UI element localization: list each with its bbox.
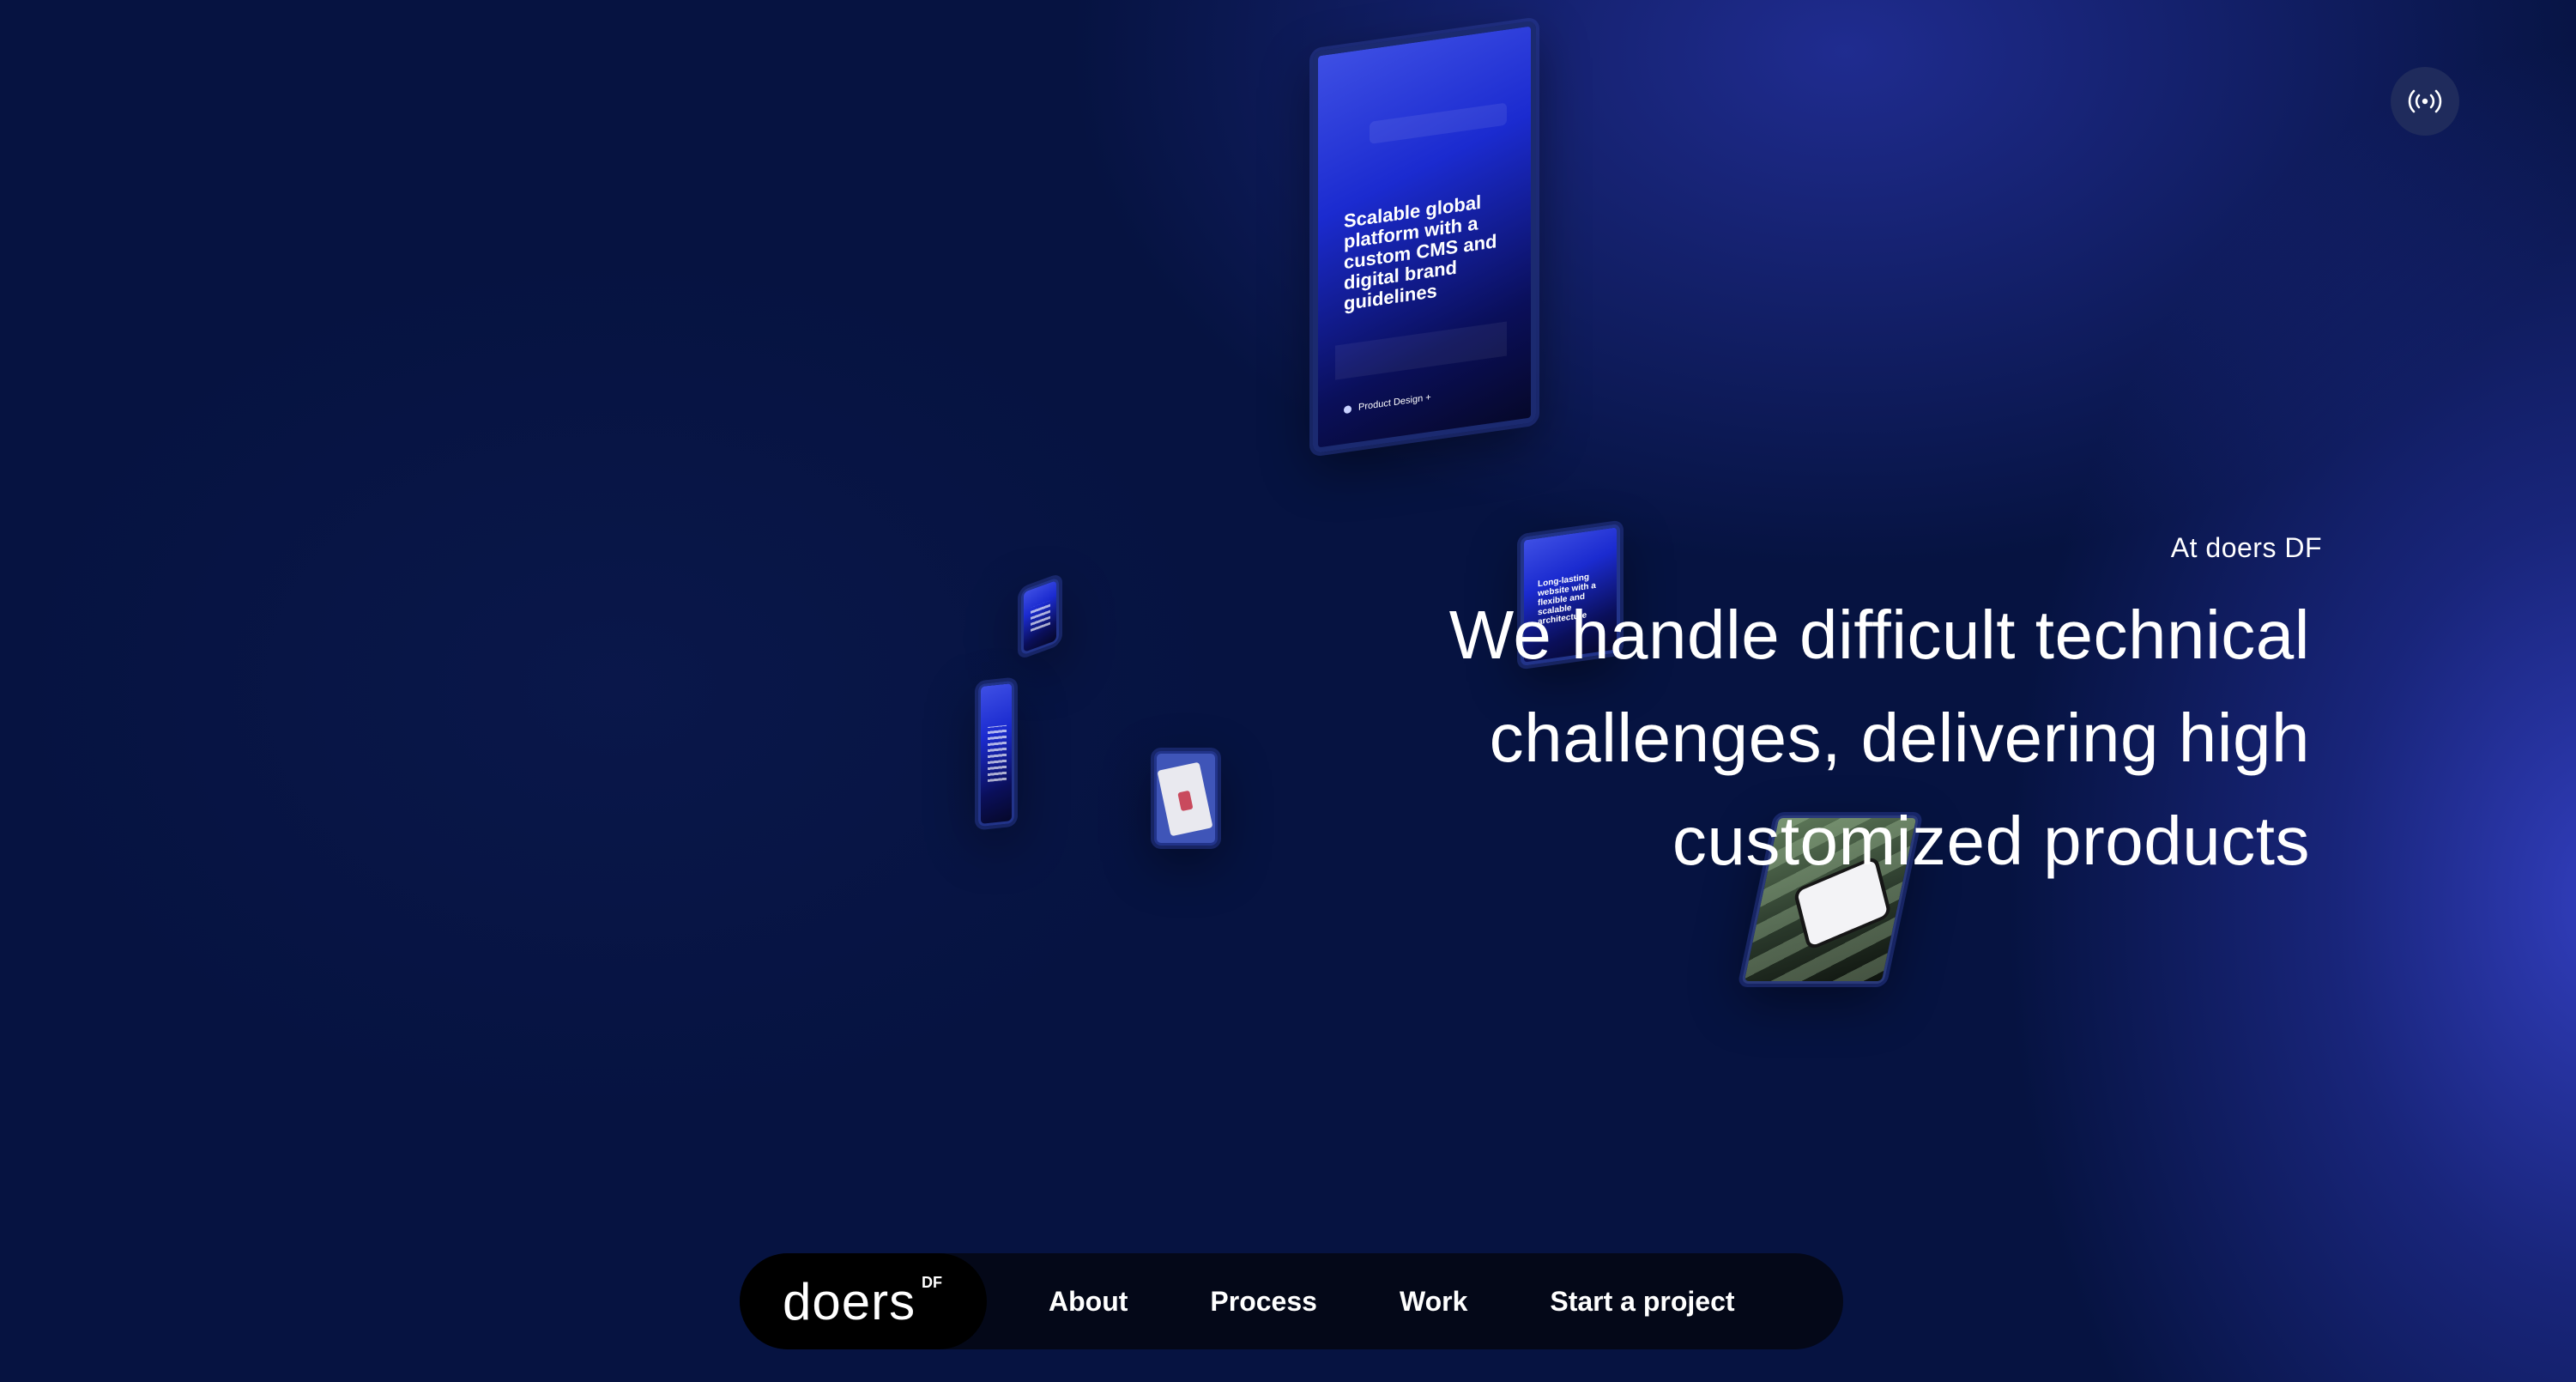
card-ui-panel <box>1335 321 1507 380</box>
logo-superscript: DF <box>922 1274 942 1291</box>
bottom-nav: doers DF About Process Work Start a proj… <box>740 1253 1843 1349</box>
card-footer: Product Design + <box>1344 392 1431 415</box>
nav-links: About Process Work Start a project <box>1049 1286 1735 1318</box>
hero-headline-line: We handle difficult technical <box>1448 597 2310 673</box>
hero-headline-line: challenges, delivering high <box>1489 700 2310 776</box>
nav-link-about[interactable]: About <box>1049 1286 1128 1318</box>
card-ui-bar <box>1370 102 1507 144</box>
logo-wordmark: doers <box>783 1272 916 1330</box>
nav-link-start-project[interactable]: Start a project <box>1550 1286 1734 1318</box>
card-tag: Product Design + <box>1358 391 1431 413</box>
hero-headline-line: customized products <box>1672 803 2310 879</box>
brand-logo[interactable]: doers DF <box>740 1253 987 1349</box>
tablet-screen-image <box>1157 761 1213 837</box>
sound-toggle-button[interactable] <box>2391 67 2459 136</box>
project-card-tiny[interactable] <box>1021 576 1059 657</box>
hero-eyebrow: At doers DF <box>2170 532 2322 563</box>
broadcast-icon <box>2408 89 2442 113</box>
project-card-main[interactable]: Scalable global platform with a custom C… <box>1313 20 1536 454</box>
nav-link-work[interactable]: Work <box>1400 1286 1467 1318</box>
nav-link-process[interactable]: Process <box>1210 1286 1317 1318</box>
project-card-tablet[interactable] <box>1154 751 1218 846</box>
card-tag-dot-icon <box>1344 404 1351 414</box>
hero-stage: Scalable global platform with a custom C… <box>0 0 2576 1382</box>
hero-headline: We handle difficult technical challenges… <box>1280 584 2310 893</box>
card-text-lines <box>988 724 1007 783</box>
card-headline: Scalable global platform with a custom C… <box>1344 191 1497 315</box>
card-text-lines <box>1031 600 1050 633</box>
project-card-tiny[interactable] <box>978 680 1014 827</box>
